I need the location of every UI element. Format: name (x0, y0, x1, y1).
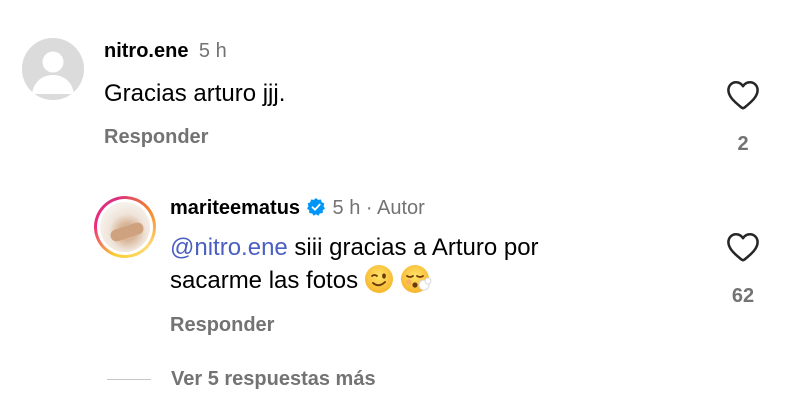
reply-text: @nitro.ene siii gracias a Arturo por sac… (170, 232, 539, 303)
comment-header: nitro.ene 5 h (104, 40, 227, 63)
reply-button[interactable]: Responder (104, 126, 208, 149)
reply-button-2[interactable]: Responder (170, 314, 274, 337)
default-user-icon (22, 38, 84, 100)
reply-text-rest: siii gracias a Arturo por (287, 234, 539, 261)
comment-username[interactable]: nitro.ene (104, 40, 188, 62)
avatar[interactable] (22, 38, 84, 100)
wink-emoji-icon (364, 264, 394, 303)
photo-figure (108, 221, 146, 243)
reply-text-line-1: @nitro.ene siii gracias a Arturo por (170, 232, 539, 264)
reply-time: 5 h · Autor (332, 197, 425, 219)
heart-icon (727, 80, 759, 110)
profile-photo (100, 202, 150, 252)
like-button[interactable] (726, 79, 760, 116)
reply-text-line-2-text: sacarme las fotos (170, 267, 359, 294)
like-count-2: 62 (731, 285, 755, 307)
mention-link[interactable]: @nitro.ene (170, 234, 288, 261)
like-count: 2 (737, 133, 749, 155)
heart-icon (727, 232, 759, 262)
reply-header: mariteematus 5 h · Autor (170, 197, 425, 222)
face-exhaling-emoji-icon (400, 264, 432, 303)
like-button-2[interactable] (726, 231, 760, 268)
reply-text-line-2: sacarme las fotos (170, 264, 539, 303)
reply-avatar[interactable] (94, 196, 156, 258)
verified-badge-icon (306, 197, 326, 222)
reply-username[interactable]: mariteematus (170, 197, 300, 219)
avatar-ring (97, 199, 153, 255)
comment-text: Gracias arturo jjj. (104, 80, 286, 107)
divider (107, 379, 151, 380)
comment-time: 5 h (198, 40, 227, 62)
view-more-replies-button[interactable]: Ver 5 respuestas más (171, 368, 376, 391)
